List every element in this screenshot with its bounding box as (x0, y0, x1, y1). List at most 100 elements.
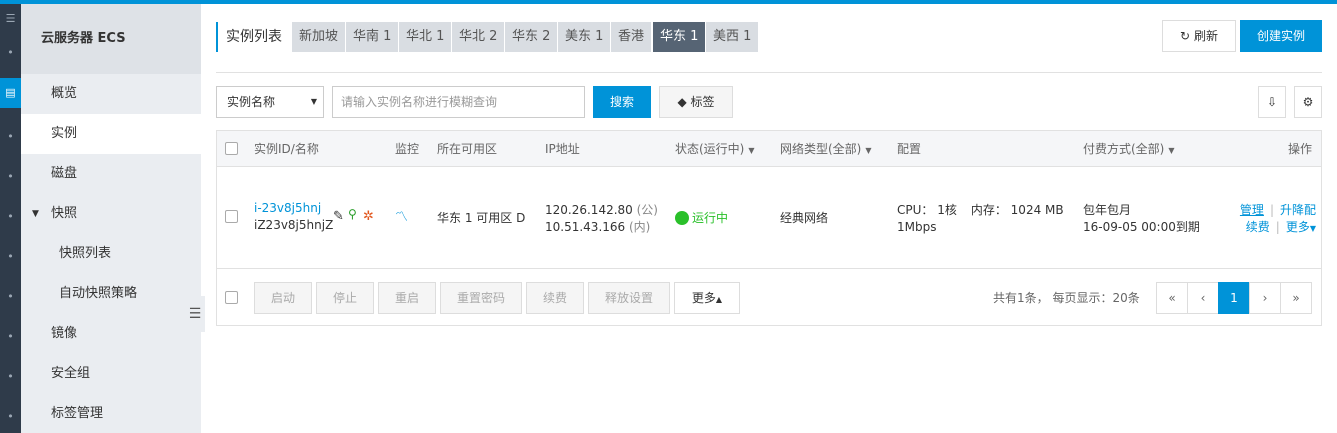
caret-down-icon: ▼ (865, 146, 872, 155)
ip-addresses: 120.26.142.80 (公) 10.51.43.166 (内) (545, 202, 658, 236)
renew-button[interactable]: 续费 (526, 282, 584, 314)
ip-private: 10.51.43.166 (545, 220, 626, 234)
caret-down-icon: ▼ (310, 97, 317, 106)
product-icon[interactable]: • (0, 168, 21, 186)
key-icon[interactable]: ⚲ (348, 206, 357, 223)
select-all-checkbox[interactable] (225, 142, 238, 155)
product-icon[interactable]: • (0, 128, 21, 146)
sidebar-item-security-groups[interactable]: 安全组 (21, 354, 201, 394)
table-row: i-23v8j5hnj iZ23v8j5hnjZ ✎ ⚲ ✲ 〽 华东 1 可用… (217, 168, 1321, 269)
region-tab[interactable]: 香港 (611, 22, 652, 52)
region-tab[interactable]: 美西 1 (706, 22, 759, 52)
col-ip: IP地址 (545, 142, 580, 156)
sidebar-item-overview[interactable]: 概览 (21, 74, 201, 114)
billing-info: 包年包月 16-09-05 00:00到期 (1083, 202, 1200, 236)
manage-link[interactable]: 管理 (1240, 203, 1264, 217)
sidebar-item-instances[interactable]: 实例 (21, 114, 201, 154)
product-icon[interactable]: • (0, 288, 21, 306)
region-tab[interactable]: 新加坡 (292, 22, 346, 52)
sidebar-collapse-icon[interactable]: ☰ (185, 296, 205, 332)
prev-page-button[interactable]: ‹ (1187, 282, 1219, 314)
sidebar-item-auto-snapshot-policy[interactable]: 自动快照策略 (21, 274, 201, 314)
instance-id-name: i-23v8j5hnj iZ23v8j5hnjZ (254, 200, 333, 234)
sidebar-item-images[interactable]: 镜像 (21, 314, 201, 354)
product-icon[interactable]: • (0, 368, 21, 386)
ip-public: 120.26.142.80 (545, 203, 633, 217)
tag-button[interactable]: ◆ 标签 (659, 86, 733, 118)
col-status-filter[interactable]: 状态(运行中) ▼ (675, 131, 755, 169)
table-header: 实例ID/名称 监控 所在可用区 IP地址 状态(运行中) ▼ 网络类型(全部) ▼… (217, 131, 1321, 167)
upgrade-link[interactable]: 升降配 (1280, 203, 1316, 217)
billing-type: 包年包月 (1083, 203, 1132, 217)
caret-down-icon: ▼ (1168, 146, 1175, 155)
sidebar-item-snapshot-list[interactable]: 快照列表 (21, 234, 201, 274)
col-billing-filter[interactable]: 付费方式(全部) ▼ (1083, 131, 1175, 169)
monitor-chart-icon[interactable]: 〽 (395, 209, 408, 226)
config-memory: 内存： 1024 MB (970, 203, 1064, 217)
last-page-button[interactable]: » (1280, 282, 1312, 314)
release-settings-button[interactable]: 释放设置 (588, 282, 670, 314)
config-bandwidth: 1Mbps (897, 220, 937, 234)
search-field-select[interactable]: 实例名称 ▼ (216, 86, 324, 118)
server-icon[interactable]: ▤ (0, 78, 21, 108)
col-network-filter[interactable]: 网络类型(全部) ▼ (780, 131, 872, 169)
region-tab[interactable]: 华北 2 (452, 22, 505, 52)
stop-button[interactable]: 停止 (316, 282, 374, 314)
edit-name-icon[interactable]: ✎ (333, 208, 344, 225)
start-button[interactable]: 启动 (254, 282, 312, 314)
network-type: 经典网络 (780, 211, 829, 225)
col-zone: 所在可用区 (437, 142, 498, 156)
expire-date: 16-09-05 00:00到期 (1083, 220, 1200, 234)
zone-value: 华东 1 可用区 D (437, 211, 526, 225)
export-icon[interactable]: ⇩ (1258, 86, 1286, 118)
search-button[interactable]: 搜索 (593, 86, 651, 118)
sidebar-title: 云服务器 ECS (21, 4, 201, 74)
col-config: 配置 (897, 142, 922, 156)
sidebar-item-disks[interactable]: 磁盘 (21, 154, 201, 194)
instance-table: 实例ID/名称 监控 所在可用区 IP地址 状态(运行中) ▼ 网络类型(全部) ▼… (216, 130, 1322, 326)
product-icon[interactable]: • (0, 208, 21, 226)
region-tab[interactable]: 华东 2 (505, 22, 558, 52)
sidebar-item-snapshots[interactable]: ▼ 快照 (21, 194, 201, 234)
settings-gear-icon[interactable]: ⚙ (1294, 86, 1322, 118)
product-icon[interactable]: • (0, 44, 21, 62)
next-page-button[interactable]: › (1249, 282, 1281, 314)
menu-icon[interactable]: ☰ (0, 10, 21, 28)
status-badge: 运行中 (675, 210, 728, 227)
more-actions-link[interactable]: 更多▼ (1286, 220, 1316, 234)
region-tab[interactable]: 美东 1 (558, 22, 611, 52)
restart-button[interactable]: 重启 (378, 282, 436, 314)
product-icon[interactable]: • (0, 248, 21, 266)
row-actions: 管理 | 升降配 续费 | 更多▼ (1239, 203, 1316, 234)
first-page-button[interactable]: « (1156, 282, 1188, 314)
col-actions: 操作 (1288, 142, 1313, 156)
caret-down-icon: ▼ (1309, 224, 1316, 233)
renew-link[interactable]: 续费 (1246, 220, 1270, 234)
instance-id-link[interactable]: i-23v8j5hnj (254, 200, 333, 217)
sidebar-item-label: 快照 (51, 206, 78, 221)
row-checkbox[interactable] (225, 210, 238, 223)
region-tab-active[interactable]: 华东 1 (653, 22, 706, 52)
footer-select-all-checkbox[interactable] (225, 291, 238, 304)
region-tab[interactable]: 华南 1 (346, 22, 399, 52)
ip-public-tag: (公) (636, 203, 658, 217)
reset-password-button[interactable]: 重置密码 (440, 282, 522, 314)
search-input[interactable] (332, 86, 585, 118)
instance-config: CPU： 1核 内存： 1024 MB 1Mbps (897, 202, 1064, 236)
refresh-button[interactable]: ↻ 刷新 (1162, 20, 1236, 52)
product-icon[interactable]: • (0, 408, 21, 426)
sidebar: 云服务器 ECS 概览 实例 磁盘 ▼ 快照 快照列表 自动快照策略 镜像 安全… (21, 4, 201, 433)
sidebar-item-tag-management[interactable]: 标签管理 (21, 394, 201, 433)
current-page-button[interactable]: 1 (1218, 282, 1250, 314)
col-id-name[interactable]: 实例ID/名称 (254, 131, 319, 167)
product-icon[interactable]: • (0, 328, 21, 346)
table-footer: 启动 停止 重启 重置密码 续费 释放设置 更多▲ 共有1条， 每页显示：20条… (217, 270, 1321, 326)
product-icon-rail: ☰ • ▤ • • • • • • • • (0, 4, 21, 433)
create-instance-button[interactable]: 创建实例 (1240, 20, 1322, 52)
pagination-summary: 共有1条， 每页显示：20条 (993, 291, 1140, 305)
region-tab[interactable]: 华北 1 (399, 22, 452, 52)
more-button[interactable]: 更多▲ (674, 282, 740, 314)
config-cpu: CPU： 1核 (897, 203, 957, 217)
caret-up-icon: ▲ (715, 295, 723, 304)
page-title: 实例列表 (216, 22, 282, 52)
